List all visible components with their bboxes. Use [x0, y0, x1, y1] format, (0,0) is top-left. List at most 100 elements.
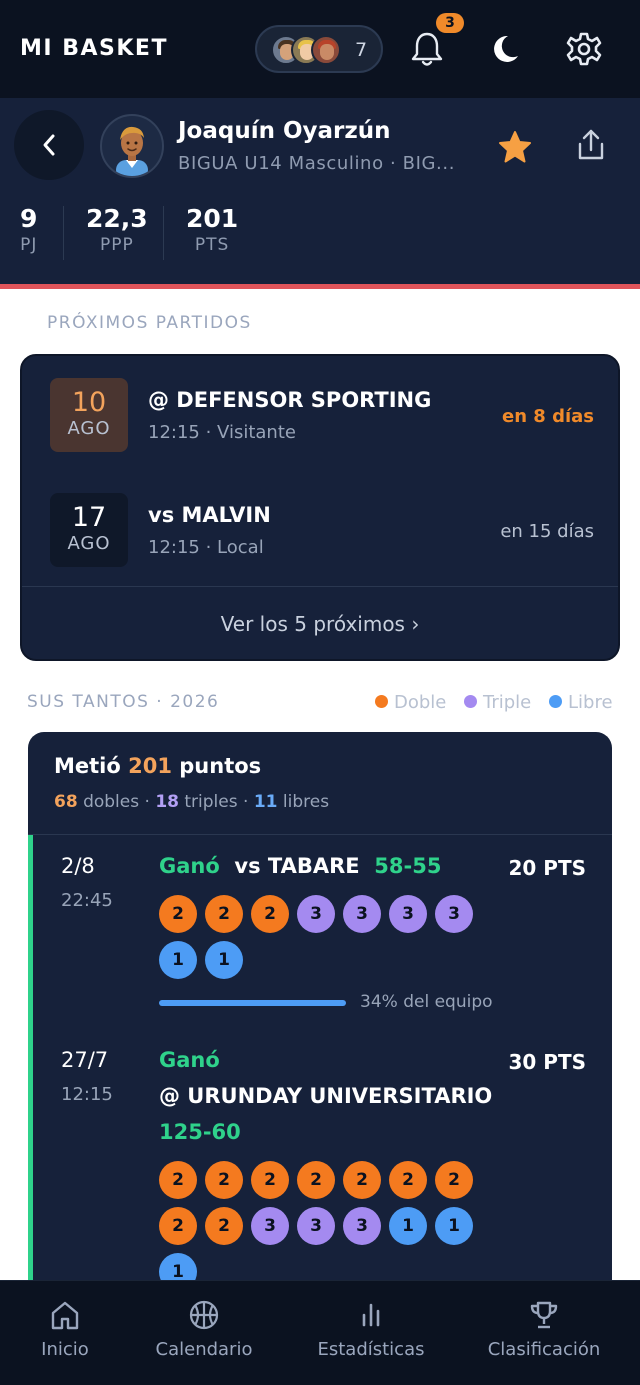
frees-count: 11 — [253, 792, 278, 812]
upcoming-game-row[interactable]: 10 AGO @ DEFENSOR SPORTING 12:15 · Visit… — [22, 356, 622, 471]
game-date-box: 10 AGO — [50, 378, 128, 452]
shot-chip: 2 — [251, 895, 289, 933]
game-result: Ganó — [159, 854, 220, 878]
game-date: 2/8 — [61, 854, 95, 878]
followers-count: 7 — [355, 39, 368, 61]
stat-points-per-game: 22,3 PPP — [86, 204, 148, 255]
accent-divider — [0, 284, 640, 289]
game-month: AGO — [67, 418, 111, 439]
legend-dot — [549, 695, 562, 708]
nav-item-clasificacion[interactable]: Clasificación — [464, 1299, 624, 1360]
legend-dot — [464, 695, 477, 708]
notification-badge: 3 — [436, 13, 464, 33]
divider — [28, 834, 612, 835]
shot-chip: 2 — [205, 1161, 243, 1199]
shot-chips: 222333311 — [159, 895, 489, 987]
shot-chip: 2 — [159, 895, 197, 933]
team-share-bar — [159, 1000, 346, 1006]
shot-chip: 2 — [251, 1161, 289, 1199]
shot-chip: 2 — [159, 1207, 197, 1245]
stat-label: PJ — [20, 235, 38, 255]
upcoming-games-card: 10 AGO @ DEFENSOR SPORTING 12:15 · Visit… — [20, 354, 620, 661]
game-time-info: 12:15 · Local — [148, 537, 264, 558]
legend-label: Triple — [483, 692, 532, 713]
followed-players-pill[interactable]: 7 — [255, 25, 383, 73]
legend-triple: Triple — [464, 692, 531, 713]
shot-chip: 2 — [435, 1161, 473, 1199]
stats-icon — [362, 1303, 380, 1327]
shot-chip: 3 — [297, 1207, 335, 1245]
player-avatar — [100, 114, 164, 178]
stat-value: 201 — [186, 204, 239, 233]
nav-item-calendario[interactable]: Calendario — [124, 1299, 284, 1360]
upcoming-section-label: PRÓXIMOS PARTIDOS — [47, 313, 252, 333]
shot-chip: 1 — [435, 1207, 473, 1245]
triples-count: 18 — [155, 792, 179, 812]
doubles-count: 68 — [54, 792, 78, 812]
player-team: BIGUA U14 Masculino · BIG... — [178, 153, 456, 174]
game-score: 58-55 — [374, 854, 442, 878]
game-points: 30 PTS — [508, 1050, 587, 1074]
moon-icon[interactable] — [490, 32, 520, 66]
game-time: 22:45 — [61, 890, 113, 911]
stat-label: PPP — [99, 235, 134, 255]
game-date-box: 17 AGO — [50, 493, 128, 567]
game-countdown: en 15 días — [500, 521, 594, 542]
back-button[interactable] — [14, 110, 84, 180]
app-title: MI BASKET — [20, 36, 168, 61]
bell-icon[interactable] — [410, 30, 444, 68]
shot-chip: 1 — [389, 1207, 427, 1245]
shot-chip: 1 — [205, 941, 243, 979]
stat-label: PTS — [194, 235, 230, 255]
game-result-line: Ganó vs TABARE 58-55 — [159, 854, 441, 878]
game-opponent: @ URUNDAY UNIVERSITARIO — [159, 1084, 493, 1108]
scoring-summary-title: Metió 201 puntos — [54, 754, 262, 778]
stat-divider — [63, 206, 64, 260]
see-more-upcoming-link[interactable]: Ver los 5 próximos › — [22, 612, 618, 636]
shot-chip: 3 — [343, 895, 381, 933]
upcoming-game-row[interactable]: 17 AGO vs MALVIN 12:15 · Local en 15 día… — [22, 471, 622, 586]
star-icon[interactable] — [497, 130, 533, 164]
game-opponent: vs MALVIN — [148, 503, 271, 527]
stat-games-played: 9 PJ — [20, 204, 37, 255]
game-result: Ganó — [159, 1048, 220, 1072]
legend-double: Doble — [375, 692, 446, 713]
game-score: 125-60 — [159, 1120, 241, 1144]
legend-dot — [375, 695, 388, 708]
shot-chip: 2 — [159, 1161, 197, 1199]
total-points: 201 — [128, 754, 172, 778]
nav-item-estadisticas[interactable]: Estadísticas — [291, 1299, 451, 1360]
bottom-navigation: Inicio Calendario Estadísticas Clasifica… — [0, 1280, 640, 1385]
game-points: 20 PTS — [508, 856, 587, 880]
shot-chip: 3 — [435, 895, 473, 933]
divider — [22, 586, 618, 587]
shot-chip: 2 — [343, 1161, 381, 1199]
game-countdown: en 8 días — [502, 406, 594, 427]
stat-value: 9 — [20, 204, 38, 233]
shot-chip: 3 — [251, 1207, 289, 1245]
legend-free-throw: Libre — [549, 692, 613, 713]
gear-icon[interactable] — [566, 31, 602, 67]
scoring-card: Metió 201 puntos 68 dobles · 18 triples … — [28, 732, 612, 1292]
game-opponent: vs TABARE — [234, 854, 360, 878]
shot-chip: 2 — [205, 1207, 243, 1245]
player-header: Joaquín Oyarzún BIGUA U14 Masculino · BI… — [0, 98, 640, 284]
scoring-section-label: SUS TANTOS · 2026 — [27, 692, 220, 712]
nav-label: Calendario — [155, 1339, 253, 1360]
game-time: 12:15 — [61, 1084, 113, 1105]
shot-chip: 1 — [159, 941, 197, 979]
game-day: 17 — [71, 502, 107, 533]
win-indicator-bar — [28, 835, 33, 1292]
scoring-breakdown: 68 dobles · 18 triples · 11 libres — [54, 792, 330, 812]
nav-label: Estadísticas — [317, 1339, 425, 1360]
share-icon[interactable] — [573, 127, 609, 163]
shot-chip: 3 — [389, 895, 427, 933]
basketball-icon — [189, 1300, 219, 1330]
stat-total-points: 201 PTS — [186, 204, 238, 255]
game-opponent: @ DEFENSOR SPORTING — [148, 388, 432, 412]
game-month: AGO — [67, 533, 111, 554]
shot-chip: 3 — [297, 895, 335, 933]
game-time-info: 12:15 · Visitante — [148, 422, 296, 443]
avatar — [311, 35, 341, 65]
legend-label: Libre — [568, 692, 613, 713]
